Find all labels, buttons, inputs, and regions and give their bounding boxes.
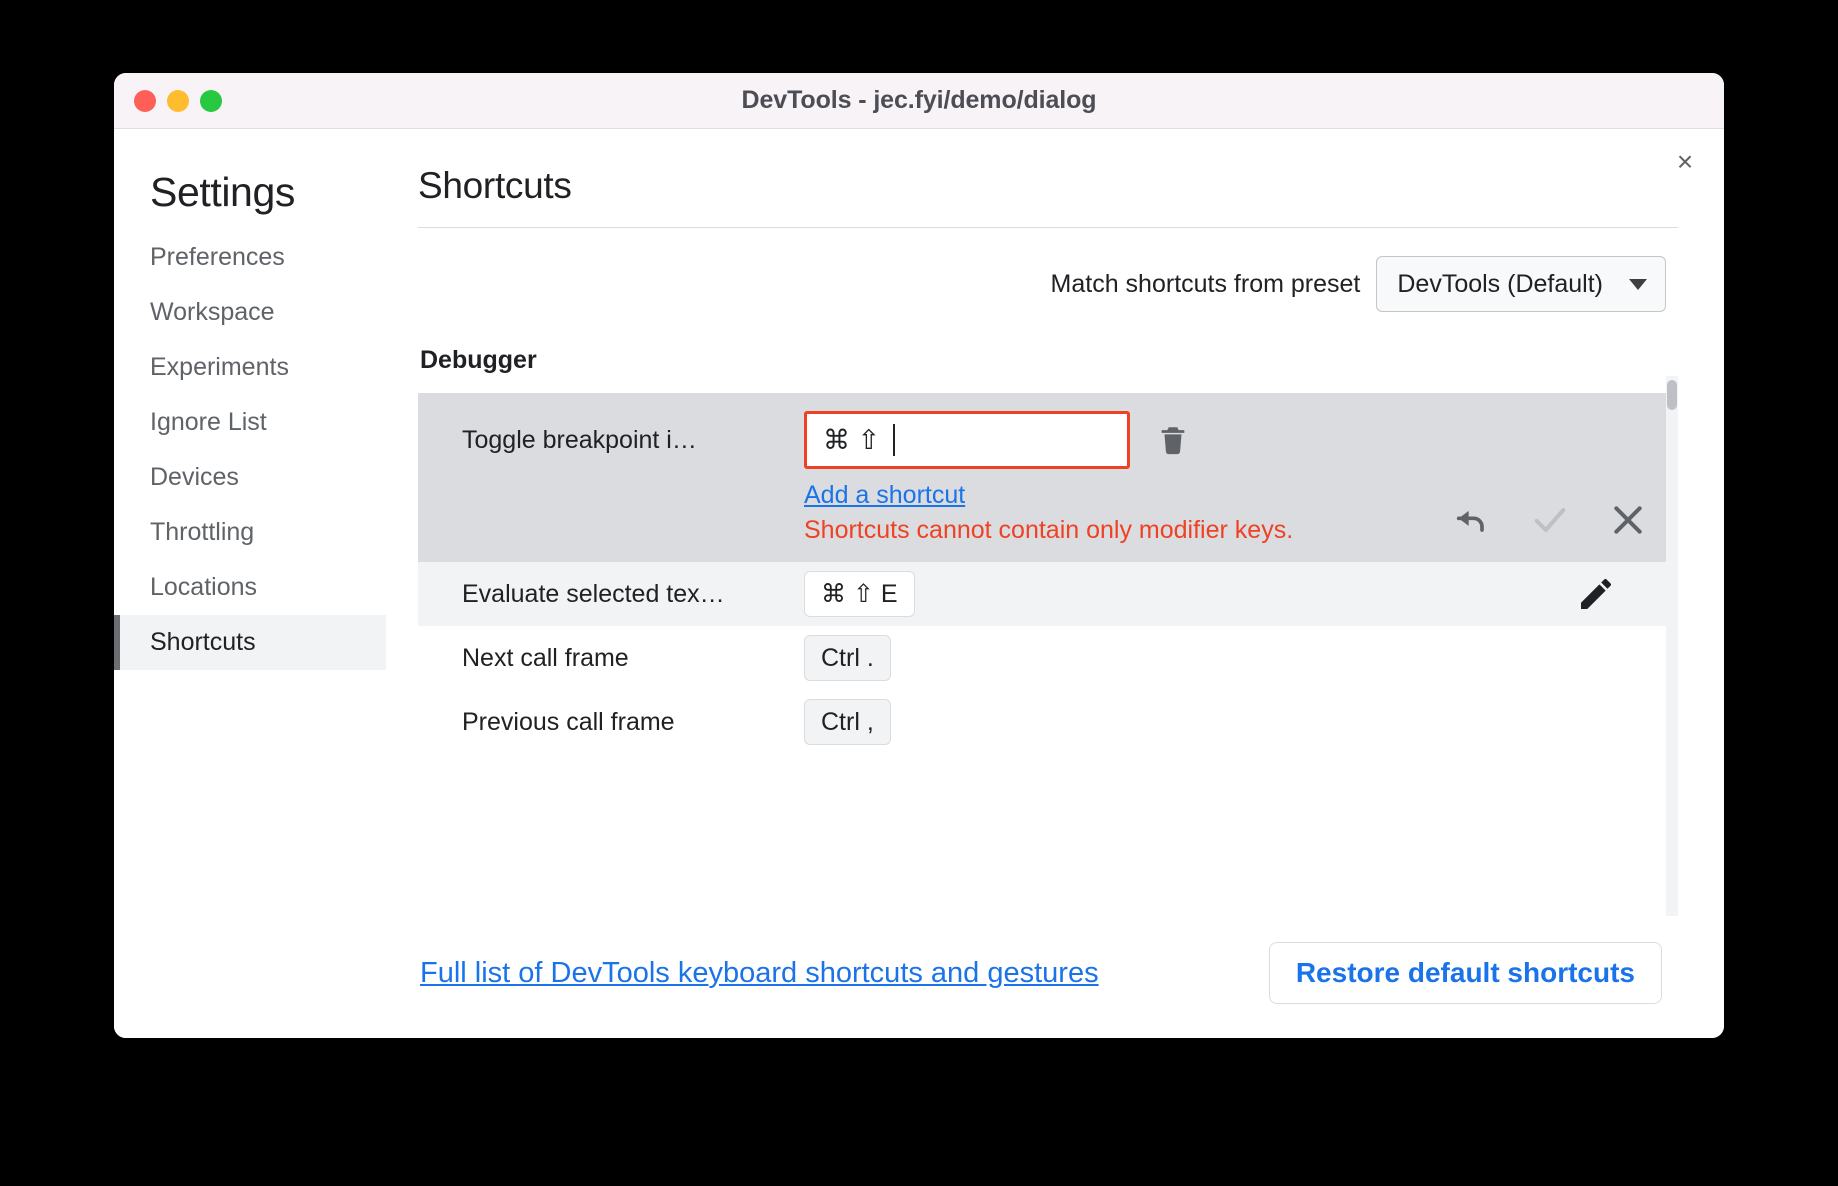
list-scrollbar[interactable] bbox=[1666, 376, 1678, 916]
cancel-icon[interactable] bbox=[1608, 500, 1648, 540]
restore-default-shortcuts-button[interactable]: Restore default shortcuts bbox=[1268, 942, 1662, 1004]
edit-icon[interactable] bbox=[1576, 574, 1616, 614]
table-row[interactable]: Previous call frame Ctrl , bbox=[418, 690, 1678, 754]
shortcut-value-cell: ⌘ ⇧ E bbox=[804, 562, 1678, 617]
traffic-light-group bbox=[134, 89, 222, 112]
close-icon[interactable]: × bbox=[1668, 145, 1702, 179]
table-row: Toggle breakpoint i… ⌘ ⇧ Add a shortcut … bbox=[418, 393, 1678, 562]
sidebar-item-experiments[interactable]: Experiments bbox=[114, 340, 386, 395]
preset-selected-value: DevTools (Default) bbox=[1397, 269, 1603, 298]
table-row[interactable]: Evaluate selected tex… ⌘ ⇧ E bbox=[418, 562, 1678, 626]
sidebar-item-label: Shortcuts bbox=[150, 628, 256, 656]
sidebar-item-label: Throttling bbox=[150, 518, 255, 546]
row-action-group bbox=[1576, 574, 1616, 614]
preset-select[interactable]: DevTools (Default) bbox=[1376, 256, 1666, 312]
sidebar-item-devices[interactable]: Devices bbox=[114, 450, 386, 505]
close-window-button[interactable] bbox=[134, 89, 156, 112]
sidebar-item-workspace[interactable]: Workspace bbox=[114, 285, 386, 340]
sidebar-item-shortcuts[interactable]: Shortcuts bbox=[114, 615, 386, 670]
shortcut-input-value: ⌘ ⇧ bbox=[823, 424, 881, 455]
sidebar-item-locations[interactable]: Locations bbox=[114, 560, 386, 615]
preset-row: Match shortcuts from preset DevTools (De… bbox=[418, 256, 1678, 312]
sidebar-item-label: Locations bbox=[150, 573, 258, 601]
pane-footer: Full list of DevTools keyboard shortcuts… bbox=[418, 916, 1678, 1038]
sidebar-item-label: Devices bbox=[150, 463, 239, 491]
shortcut-value-cell: Ctrl , bbox=[804, 690, 1678, 745]
table-row[interactable]: Next call frame Ctrl . bbox=[418, 626, 1678, 690]
window-title: DevTools - jec.fyi/demo/dialog bbox=[741, 86, 1097, 114]
shortcuts-pane: Shortcuts Match shortcuts from preset De… bbox=[386, 129, 1724, 1038]
sidebar-item-preferences[interactable]: Preferences bbox=[114, 230, 386, 285]
shortcut-chip: ⌘ ⇧ E bbox=[804, 571, 915, 617]
scrollbar-thumb[interactable] bbox=[1667, 380, 1677, 410]
group-title-debugger: Debugger bbox=[420, 346, 537, 374]
confirm-icon[interactable] bbox=[1530, 500, 1570, 540]
sidebar-item-label: Workspace bbox=[150, 298, 275, 326]
shortcut-value-cell: Ctrl . bbox=[804, 626, 1678, 681]
title-divider bbox=[418, 227, 1678, 228]
chevron-down-icon bbox=[1629, 278, 1647, 290]
sidebar-item-label: Experiments bbox=[150, 353, 289, 381]
full-shortcut-list-link[interactable]: Full list of DevTools keyboard shortcuts… bbox=[420, 957, 1099, 990]
shortcut-action-label: Evaluate selected tex… bbox=[462, 580, 725, 608]
page-title: Shortcuts bbox=[418, 165, 572, 206]
zoom-window-button[interactable] bbox=[200, 89, 222, 112]
sidebar-item-throttling[interactable]: Throttling bbox=[114, 505, 386, 560]
undo-icon[interactable] bbox=[1452, 500, 1492, 540]
shortcut-key-input[interactable]: ⌘ ⇧ bbox=[804, 411, 1130, 469]
minimize-window-button[interactable] bbox=[167, 89, 189, 112]
shortcut-action-label: Toggle breakpoint i… bbox=[462, 426, 697, 454]
shortcut-chip: Ctrl . bbox=[804, 635, 891, 681]
shortcut-action-label: Previous call frame bbox=[462, 708, 675, 736]
sidebar-item-ignore-list[interactable]: Ignore List bbox=[114, 395, 386, 450]
preset-label: Match shortcuts from preset bbox=[1050, 269, 1361, 298]
shortcut-list-wrapper: Debugger Toggle breakpoint i… ⌘ ⇧ Add a … bbox=[418, 346, 1678, 916]
row-action-group bbox=[1452, 500, 1648, 540]
add-shortcut-link[interactable]: Add a shortcut bbox=[804, 481, 965, 510]
shortcut-error-message: Shortcuts cannot contain only modifier k… bbox=[804, 516, 1294, 544]
text-cursor bbox=[893, 424, 896, 456]
trash-icon[interactable] bbox=[1156, 420, 1190, 460]
sidebar-item-label: Preferences bbox=[150, 243, 285, 271]
shortcut-list: Debugger Toggle breakpoint i… ⌘ ⇧ Add a … bbox=[418, 346, 1678, 916]
sidebar-item-label: Ignore List bbox=[150, 408, 267, 436]
devtools-window: DevTools - jec.fyi/demo/dialog × Setting… bbox=[114, 73, 1724, 1038]
shortcut-input-row: ⌘ ⇧ bbox=[804, 411, 1678, 469]
settings-sidebar: Settings Preferences Workspace Experimen… bbox=[114, 129, 386, 1038]
shortcut-chip: Ctrl , bbox=[804, 699, 891, 745]
shortcut-action-label: Next call frame bbox=[462, 644, 629, 672]
settings-title: Settings bbox=[150, 169, 295, 215]
window-titlebar: DevTools - jec.fyi/demo/dialog bbox=[114, 73, 1724, 129]
settings-dialog: × Settings Preferences Workspace Experim… bbox=[114, 129, 1724, 1038]
